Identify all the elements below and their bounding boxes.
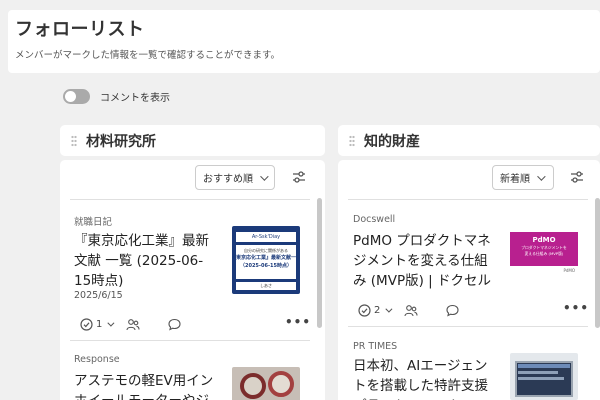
- sort-dropdown-label: おすすめ順: [203, 174, 253, 185]
- sort-dropdown-label: 新着順: [500, 174, 530, 185]
- article-title[interactable]: 『東京応化工業』最新文献 一覧 (2025-06-15時点): [74, 231, 214, 291]
- comment-toggle-row: コメントを表示: [63, 89, 170, 104]
- thumbnail-line: 東京応化工業』最新文献一: [236, 255, 296, 261]
- more-icon[interactable]: •••: [563, 301, 589, 315]
- column-title: 材料研究所: [86, 133, 156, 150]
- article-source: 就職日記: [74, 217, 113, 228]
- column-title: 知的財産: [364, 133, 420, 150]
- article-actions: 1: [80, 317, 191, 331]
- filter-settings-icon[interactable]: [292, 171, 306, 183]
- article-thumbnail[interactable]: PdMO プロダクトマネジメントを 変える仕組み (MVP版) PdMO: [510, 228, 578, 286]
- divider: [348, 199, 588, 200]
- thumbnail-line: 自分の研究に関係がある: [244, 248, 288, 253]
- chevron-down-icon: [260, 171, 269, 181]
- scrollbar[interactable]: [317, 198, 322, 328]
- drag-handle-icon[interactable]: [71, 134, 77, 147]
- chevron-down-icon: [385, 305, 393, 313]
- like-count: 1: [96, 318, 103, 330]
- article-source: Response: [74, 354, 120, 365]
- scrollbar[interactable]: [595, 198, 600, 328]
- page-header: フォローリスト メンバーがマークした情報を一覧で確認することができます。: [8, 10, 600, 73]
- check-circle-icon: [358, 303, 371, 317]
- page-title: フォローリスト: [15, 19, 145, 40]
- members-button[interactable]: [404, 304, 418, 317]
- divider: [348, 326, 588, 327]
- drag-handle-icon[interactable]: [349, 134, 355, 147]
- check-circle-icon: [80, 317, 93, 331]
- article-source: PR TIMES: [353, 341, 398, 352]
- thumbnail-header: Ar-Ssk'Diay: [236, 232, 296, 242]
- thumbnail-line: 変える仕組み (MVP版): [524, 251, 564, 256]
- article-title[interactable]: PdMO プロダクトマネジメントを変える仕組み (MVP版) | ドクセル: [353, 231, 493, 291]
- thumbnail-header: PdMO: [532, 236, 556, 244]
- like-button[interactable]: 2: [358, 303, 393, 317]
- article-thumbnail[interactable]: [232, 367, 300, 400]
- article-actions: 2: [358, 303, 469, 317]
- article-source: Docswell: [353, 214, 396, 225]
- comment-button[interactable]: [168, 318, 181, 331]
- filter-settings-icon[interactable]: [570, 171, 584, 183]
- divider: [70, 199, 310, 200]
- column-header-ip: 知的財産: [338, 125, 600, 156]
- article-title[interactable]: アステモの軽EV用インホイールモーターやジ: [74, 371, 214, 400]
- comment-icon: [446, 304, 459, 317]
- column-body-materials: おすすめ順 就職日記 『東京応化工業』最新文献 一覧 (2025-06-15時点…: [60, 160, 325, 400]
- users-icon: [404, 304, 418, 316]
- sort-dropdown[interactable]: おすすめ順: [195, 165, 275, 190]
- article-thumbnail[interactable]: Ar-Ssk'Diay 自分の研究に関係がある 東京応化工業』最新文献一 （20…: [232, 226, 300, 294]
- thumbnail-line: （2025-06-15時点）: [240, 263, 292, 269]
- like-button[interactable]: 1: [80, 317, 115, 331]
- users-icon: [126, 318, 140, 330]
- comment-icon: [168, 318, 181, 331]
- comment-toggle-switch[interactable]: [63, 89, 90, 104]
- chevron-down-icon: [537, 171, 546, 181]
- page-description: メンバーがマークした情報を一覧で確認することができます。: [15, 50, 281, 61]
- comment-button[interactable]: [446, 304, 459, 317]
- column-header-materials: 材料研究所: [60, 125, 325, 156]
- comment-toggle-label: コメントを表示: [100, 93, 170, 104]
- sort-dropdown[interactable]: 新着順: [492, 165, 554, 190]
- chevron-down-icon: [107, 319, 115, 327]
- article-date: 2025/6/15: [74, 290, 123, 301]
- more-icon[interactable]: •••: [285, 315, 311, 329]
- divider: [70, 340, 310, 341]
- members-button[interactable]: [126, 318, 140, 331]
- column-body-ip: 新着順 Docswell PdMO プロダクトマネジメントを変える仕組み (MV…: [338, 160, 600, 400]
- article-title[interactable]: 日本初、AIエージェントを搭載した特許支援プラットフォーム: [353, 356, 498, 400]
- like-count: 2: [374, 304, 381, 316]
- thumbnail-footer: しあさ: [236, 282, 296, 290]
- thumbnail-footer: PdMO: [563, 268, 575, 273]
- article-thumbnail[interactable]: [510, 353, 578, 400]
